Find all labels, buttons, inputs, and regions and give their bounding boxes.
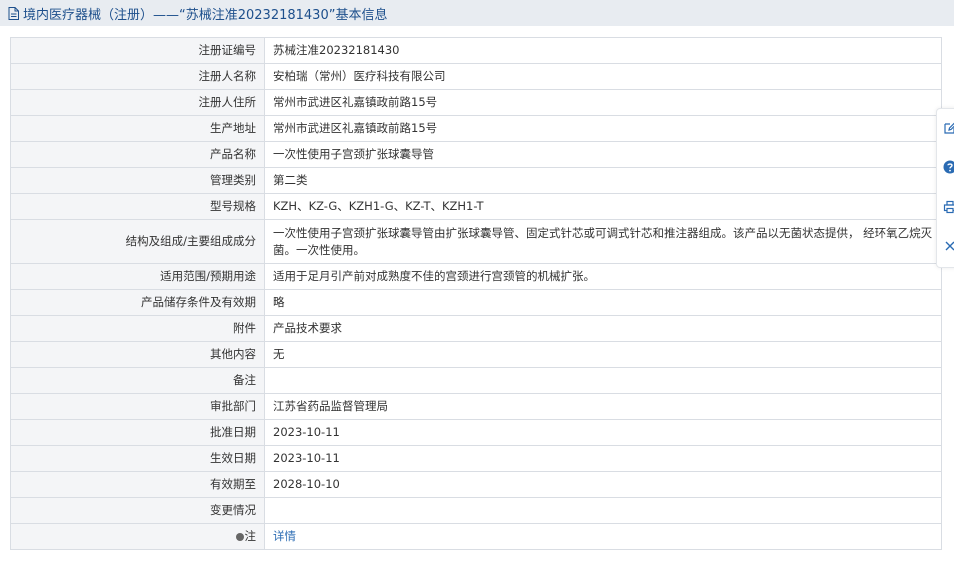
row-label: 其他内容 — [10, 341, 265, 368]
row-label: 产品储存条件及有效期 — [10, 289, 265, 316]
table-row: 管理类别 第二类 — [10, 167, 942, 194]
edit-button[interactable] — [942, 120, 954, 136]
row-value — [264, 497, 942, 524]
row-value: 2028-10-10 — [264, 471, 942, 498]
row-value: 适用于足月引产前对成熟度不佳的宫颈进行宫颈管的机械扩张。 — [264, 263, 942, 290]
row-label: 适用范围/预期用途 — [10, 263, 265, 290]
table-row: 注册人名称 安柏瑞（常州）医疗科技有限公司 — [10, 63, 942, 90]
row-value: 安柏瑞（常州）医疗科技有限公司 — [264, 63, 942, 90]
row-label: 生产地址 — [10, 115, 265, 142]
table-row: 生产地址 常州市武进区礼嘉镇政前路15号 — [10, 115, 942, 142]
row-label: 型号规格 — [10, 193, 265, 220]
table-row: 型号规格 KZH、KZ-G、KZH1-G、KZ-T、KZH1-T — [10, 193, 942, 220]
row-value: 常州市武进区礼嘉镇政前路15号 — [264, 115, 942, 142]
row-label: 批准日期 — [10, 419, 265, 446]
row-label: 生效日期 — [10, 445, 265, 472]
row-value — [264, 367, 942, 394]
page-header: 境内医疗器械（注册）——“苏械注准20232181430”基本信息 — [0, 0, 954, 26]
print-button[interactable] — [942, 199, 954, 215]
print-icon — [943, 200, 954, 214]
table-row: 结构及组成/主要组成成分 一次性使用子宫颈扩张球囊导管由扩张球囊导管、固定式针芯… — [10, 219, 942, 264]
row-value: 第二类 — [264, 167, 942, 194]
row-value: 2023-10-11 — [264, 445, 942, 472]
row-value: 常州市武进区礼嘉镇政前路15号 — [264, 89, 942, 116]
row-value: 一次性使用子宫颈扩张球囊导管由扩张球囊导管、固定式针芯或可调式针芯和推注器组成。… — [264, 219, 942, 264]
row-label: 备注 — [10, 367, 265, 394]
close-icon — [945, 241, 954, 251]
pin-icon — [235, 532, 244, 541]
row-label: 变更情况 — [10, 497, 265, 524]
floating-toolbar — [936, 108, 954, 268]
row-label: 附件 — [10, 315, 265, 342]
row-value: 略 — [264, 289, 942, 316]
table-row: 批准日期 2023-10-11 — [10, 419, 942, 446]
row-label: 管理类别 — [10, 167, 265, 194]
table-row: 其他内容 无 — [10, 341, 942, 368]
row-value: 无 — [264, 341, 942, 368]
table-row: 产品名称 一次性使用子宫颈扩张球囊导管 — [10, 141, 942, 168]
row-value: 产品技术要求 — [264, 315, 942, 342]
row-label-note: 注 — [10, 523, 265, 550]
table-row: 备注 — [10, 367, 942, 394]
table-row: 注册人住所 常州市武进区礼嘉镇政前路15号 — [10, 89, 942, 116]
table-row: 有效期至 2028-10-10 — [10, 471, 942, 498]
note-label: 注 — [244, 529, 257, 543]
row-label: 有效期至 — [10, 471, 265, 498]
edit-icon — [944, 122, 954, 134]
row-value: KZH、KZ-G、KZH1-G、KZ-T、KZH1-T — [264, 193, 942, 220]
document-icon — [8, 6, 20, 20]
row-label: 注册人名称 — [10, 63, 265, 90]
details-link[interactable]: 详情 — [273, 529, 296, 543]
row-value: 详情 — [264, 523, 942, 550]
table-row: 变更情况 — [10, 497, 942, 524]
table-row: 注 详情 — [10, 523, 942, 550]
table-row: 注册证编号 苏械注准20232181430 — [10, 37, 942, 64]
row-value: 苏械注准20232181430 — [264, 37, 942, 64]
row-label: 审批部门 — [10, 393, 265, 420]
table-row: 附件 产品技术要求 — [10, 315, 942, 342]
row-label: 注册证编号 — [10, 37, 265, 64]
table-row: 产品储存条件及有效期 略 — [10, 289, 942, 316]
table-row: 生效日期 2023-10-11 — [10, 445, 942, 472]
row-label: 产品名称 — [10, 141, 265, 168]
table-row: 审批部门 江苏省药品监督管理局 — [10, 393, 942, 420]
page-title: 境内医疗器械（注册）——“苏械注准20232181430”基本信息 — [23, 7, 388, 23]
row-value: 一次性使用子宫颈扩张球囊导管 — [264, 141, 942, 168]
help-button[interactable] — [942, 159, 954, 175]
table-row: 适用范围/预期用途 适用于足月引产前对成熟度不佳的宫颈进行宫颈管的机械扩张。 — [10, 263, 942, 290]
help-icon — [943, 160, 954, 174]
close-button[interactable] — [942, 238, 954, 254]
info-table: 注册证编号 苏械注准20232181430 注册人名称 安柏瑞（常州）医疗科技有… — [10, 37, 942, 550]
row-label: 注册人住所 — [10, 89, 265, 116]
row-value: 江苏省药品监督管理局 — [264, 393, 942, 420]
row-value: 2023-10-11 — [264, 419, 942, 446]
row-label: 结构及组成/主要组成成分 — [10, 219, 265, 264]
